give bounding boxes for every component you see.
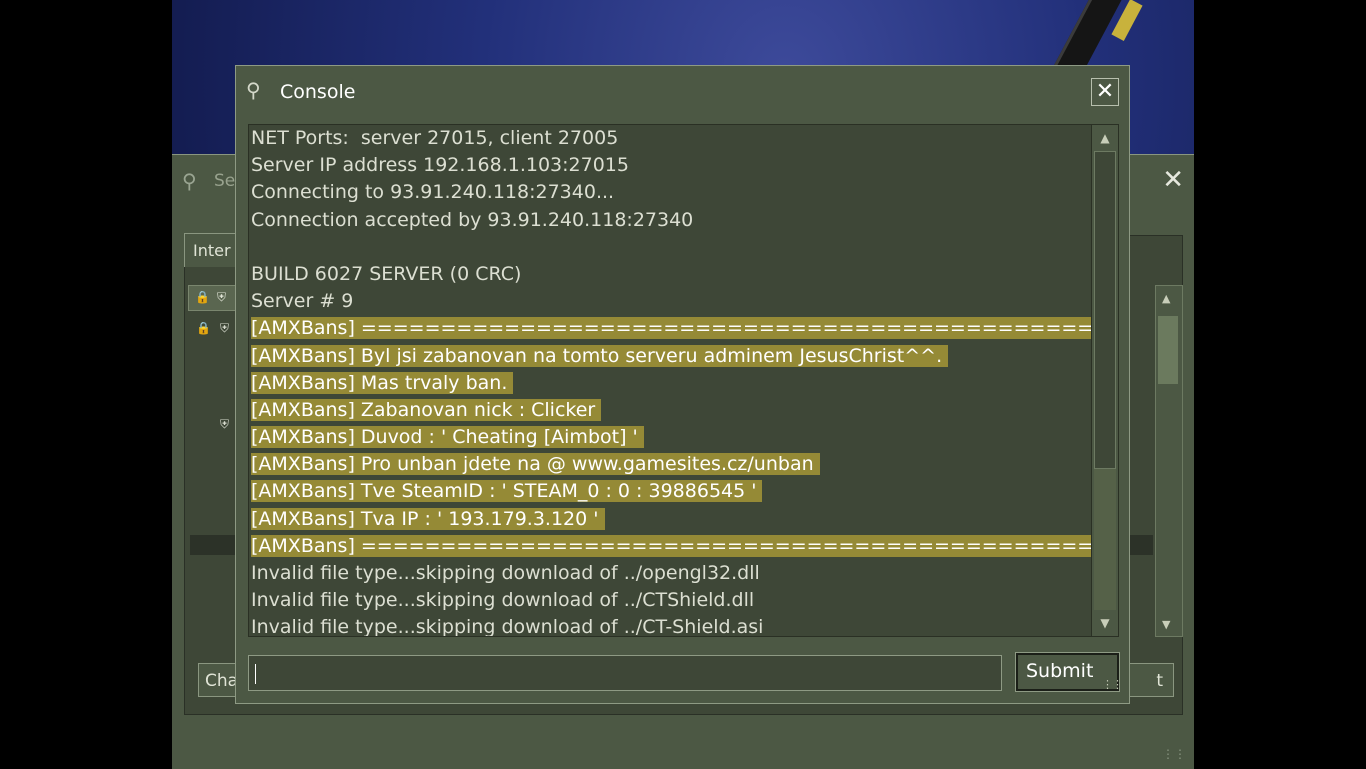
console-line-text: [AMXBans] Zabanovan nick : Clicker	[251, 398, 602, 421]
servers-scrollbar[interactable]: ▲ ▼	[1155, 285, 1183, 637]
console-line-text: NET Ports: server 27015, client 27005	[251, 127, 619, 149]
console-close-button[interactable]: ✕	[1091, 78, 1119, 106]
scroll-down-icon[interactable]: ▼	[1162, 618, 1170, 631]
servers-column-header[interactable]: 🔒 ⛨	[188, 285, 242, 311]
console-line-text: Server # 9	[251, 290, 354, 313]
console-line-text: [AMXBans] ==============================…	[251, 317, 1118, 340]
console-line: [AMXBans] Zabanovan nick : Clicker	[251, 397, 1091, 424]
text-caret	[255, 664, 256, 684]
change-filters-button[interactable]: Cha	[198, 663, 238, 697]
console-line-text: Connecting to 93.91.240.118:27340...	[251, 181, 615, 204]
console-line-text: Invalid file type...skipping download of…	[251, 562, 760, 584]
resize-grip-icon[interactable]: ⋮⋮	[1102, 678, 1123, 691]
steam-icon: ⚲	[182, 169, 197, 193]
resize-grip-icon[interactable]: ⋮⋮	[1162, 747, 1186, 761]
console-line-text: [AMXBans] Tva IP : ' 193.179.3.120 '	[251, 507, 605, 530]
console-line-text: Invalid file type...skipping download of…	[251, 616, 764, 637]
console-line: [AMXBans] Mas trvaly ban.	[251, 370, 1091, 397]
scroll-up-icon[interactable]: ▲	[1162, 292, 1170, 305]
console-line: Invalid file type...skipping download of…	[251, 560, 1091, 587]
console-command-input[interactable]	[248, 655, 1002, 691]
scroll-down-icon[interactable]: ▼	[1093, 611, 1117, 635]
shield-icon: ⛨	[220, 417, 230, 431]
console-line-text	[251, 236, 257, 258]
lock-icon: 🔒	[196, 321, 211, 335]
console-line-text: [AMXBans] Duvod : ' Cheating [Aimbot] '	[251, 426, 644, 449]
servers-close-icon[interactable]: ✕	[1162, 167, 1184, 193]
console-line: BUILD 6027 SERVER (0 CRC)	[251, 261, 1091, 288]
console-line: [AMXBans] Tve SteamID : ' STEAM_0 : 0 : …	[251, 478, 1091, 505]
console-line-text: [AMXBans] Tve SteamID : ' STEAM_0 : 0 : …	[251, 480, 763, 503]
console-line: Invalid file type...skipping download of…	[251, 587, 1091, 614]
servers-scrollbar-thumb[interactable]	[1158, 316, 1178, 384]
console-window: ⚲ Console ✕ NET Ports: server 27015, cli…	[235, 65, 1130, 704]
console-line: [AMXBans] Tva IP : ' 193.179.3.120 '	[251, 506, 1091, 533]
shield-icon: ⛨	[220, 321, 230, 335]
console-line-text: Connection accepted by 93.91.240.118:273…	[251, 208, 694, 231]
console-line: Invalid file type...skipping download of…	[251, 614, 1091, 637]
console-log-lines: NET Ports: server 27015, client 27005 Ser…	[251, 125, 1118, 637]
console-line: [AMXBans] Byl jsi zabanovan na tomto ser…	[251, 343, 1091, 370]
console-line-text: [AMXBans] Pro unban jdete na @ www.games…	[251, 453, 820, 476]
console-line-text: BUILD 6027 SERVER (0 CRC)	[251, 262, 522, 285]
console-line: [AMXBans] ==============================…	[251, 315, 1118, 342]
close-icon: ✕	[1095, 79, 1115, 104]
servers-window-title: Se	[214, 171, 236, 191]
shield-icon: ⛨	[217, 290, 227, 304]
scroll-up-icon[interactable]: ▲	[1093, 126, 1117, 150]
console-line: Server # 9	[251, 288, 1091, 315]
steam-icon: ⚲	[246, 78, 261, 102]
console-line-text: [AMXBans] ==============================…	[251, 534, 1118, 557]
console-line: Connection accepted by 93.91.240.118:273…	[251, 207, 1091, 234]
console-line-text: [AMXBans] Mas trvaly ban.	[251, 371, 514, 394]
lock-icon: 🔒	[195, 290, 210, 304]
console-line-text: Server IP address 192.168.1.103:27015	[251, 154, 629, 177]
console-line-text: [AMXBans] Byl jsi zabanovan na tomto ser…	[251, 344, 949, 367]
console-line: NET Ports: server 27015, client 27005	[251, 125, 1091, 152]
console-scrollbar-thumb[interactable]	[1094, 151, 1116, 469]
console-scrollbar[interactable]: ▲ ▼	[1091, 125, 1118, 636]
console-line: Connecting to 93.91.240.118:27340...	[251, 179, 1091, 206]
console-line-text: Invalid file type...skipping download of…	[251, 589, 755, 612]
console-log[interactable]: NET Ports: server 27015, client 27005 Ser…	[248, 124, 1119, 637]
console-line: [AMXBans] Duvod : ' Cheating [Aimbot] '	[251, 424, 1091, 451]
console-title: Console	[280, 81, 356, 103]
console-line	[251, 234, 1091, 261]
console-line: Server IP address 192.168.1.103:27015	[251, 152, 1091, 179]
console-line: [AMXBans] ==============================…	[251, 533, 1118, 560]
console-line: [AMXBans] Pro unban jdete na @ www.games…	[251, 451, 1091, 478]
